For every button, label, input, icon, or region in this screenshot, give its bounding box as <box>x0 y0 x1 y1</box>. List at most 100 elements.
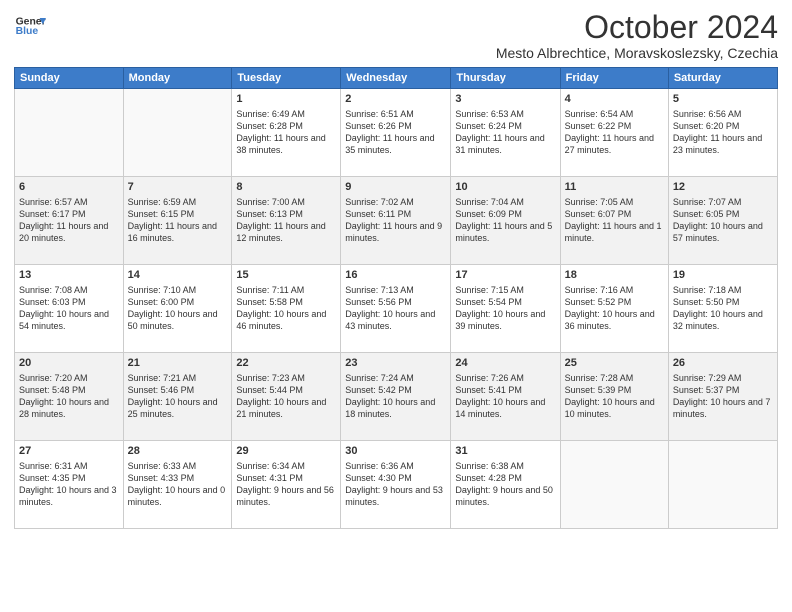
calendar-cell: 25Sunrise: 7:28 AM Sunset: 5:39 PM Dayli… <box>560 353 668 441</box>
day-number: 16 <box>345 268 446 283</box>
day-of-week-monday: Monday <box>123 68 232 89</box>
day-number: 17 <box>455 268 555 283</box>
day-of-week-saturday: Saturday <box>668 68 777 89</box>
day-info: Sunrise: 7:24 AM Sunset: 5:42 PM Dayligh… <box>345 372 446 421</box>
calendar-cell: 9Sunrise: 7:02 AM Sunset: 6:11 PM Daylig… <box>341 177 451 265</box>
calendar-week-row: 20Sunrise: 7:20 AM Sunset: 5:48 PM Dayli… <box>15 353 778 441</box>
calendar-cell <box>560 441 668 529</box>
calendar: SundayMondayTuesdayWednesdayThursdayFrid… <box>14 67 778 529</box>
day-info: Sunrise: 7:07 AM Sunset: 6:05 PM Dayligh… <box>673 196 773 245</box>
day-info: Sunrise: 7:10 AM Sunset: 6:00 PM Dayligh… <box>128 284 228 333</box>
day-info: Sunrise: 7:02 AM Sunset: 6:11 PM Dayligh… <box>345 196 446 245</box>
day-number: 31 <box>455 444 555 459</box>
day-info: Sunrise: 6:33 AM Sunset: 4:33 PM Dayligh… <box>128 460 228 509</box>
calendar-cell: 12Sunrise: 7:07 AM Sunset: 6:05 PM Dayli… <box>668 177 777 265</box>
day-info: Sunrise: 7:21 AM Sunset: 5:46 PM Dayligh… <box>128 372 228 421</box>
day-info: Sunrise: 7:16 AM Sunset: 5:52 PM Dayligh… <box>565 284 664 333</box>
day-info: Sunrise: 7:15 AM Sunset: 5:54 PM Dayligh… <box>455 284 555 333</box>
month-title: October 2024 <box>496 10 778 45</box>
calendar-cell: 18Sunrise: 7:16 AM Sunset: 5:52 PM Dayli… <box>560 265 668 353</box>
day-number: 9 <box>345 180 446 195</box>
day-number: 14 <box>128 268 228 283</box>
day-number: 21 <box>128 356 228 371</box>
calendar-cell: 6Sunrise: 6:57 AM Sunset: 6:17 PM Daylig… <box>15 177 124 265</box>
day-info: Sunrise: 7:05 AM Sunset: 6:07 PM Dayligh… <box>565 196 664 245</box>
day-of-week-friday: Friday <box>560 68 668 89</box>
calendar-cell: 20Sunrise: 7:20 AM Sunset: 5:48 PM Dayli… <box>15 353 124 441</box>
day-info: Sunrise: 6:38 AM Sunset: 4:28 PM Dayligh… <box>455 460 555 509</box>
calendar-cell: 23Sunrise: 7:24 AM Sunset: 5:42 PM Dayli… <box>341 353 451 441</box>
calendar-cell: 24Sunrise: 7:26 AM Sunset: 5:41 PM Dayli… <box>451 353 560 441</box>
day-number: 7 <box>128 180 228 195</box>
calendar-cell: 4Sunrise: 6:54 AM Sunset: 6:22 PM Daylig… <box>560 89 668 177</box>
day-number: 18 <box>565 268 664 283</box>
day-number: 24 <box>455 356 555 371</box>
day-info: Sunrise: 6:31 AM Sunset: 4:35 PM Dayligh… <box>19 460 119 509</box>
calendar-cell: 30Sunrise: 6:36 AM Sunset: 4:30 PM Dayli… <box>341 441 451 529</box>
day-info: Sunrise: 7:28 AM Sunset: 5:39 PM Dayligh… <box>565 372 664 421</box>
header: General Blue October 2024 Mesto Albrecht… <box>14 10 778 61</box>
calendar-cell: 10Sunrise: 7:04 AM Sunset: 6:09 PM Dayli… <box>451 177 560 265</box>
calendar-cell: 5Sunrise: 6:56 AM Sunset: 6:20 PM Daylig… <box>668 89 777 177</box>
day-number: 20 <box>19 356 119 371</box>
day-number: 5 <box>673 92 773 107</box>
day-info: Sunrise: 6:34 AM Sunset: 4:31 PM Dayligh… <box>236 460 336 509</box>
day-number: 6 <box>19 180 119 195</box>
calendar-cell: 2Sunrise: 6:51 AM Sunset: 6:26 PM Daylig… <box>341 89 451 177</box>
day-info: Sunrise: 7:04 AM Sunset: 6:09 PM Dayligh… <box>455 196 555 245</box>
day-info: Sunrise: 7:08 AM Sunset: 6:03 PM Dayligh… <box>19 284 119 333</box>
day-number: 30 <box>345 444 446 459</box>
day-info: Sunrise: 7:00 AM Sunset: 6:13 PM Dayligh… <box>236 196 336 245</box>
day-info: Sunrise: 6:59 AM Sunset: 6:15 PM Dayligh… <box>128 196 228 245</box>
calendar-cell: 28Sunrise: 6:33 AM Sunset: 4:33 PM Dayli… <box>123 441 232 529</box>
day-of-week-wednesday: Wednesday <box>341 68 451 89</box>
day-info: Sunrise: 6:49 AM Sunset: 6:28 PM Dayligh… <box>236 108 336 157</box>
calendar-cell: 7Sunrise: 6:59 AM Sunset: 6:15 PM Daylig… <box>123 177 232 265</box>
day-info: Sunrise: 7:29 AM Sunset: 5:37 PM Dayligh… <box>673 372 773 421</box>
calendar-cell: 22Sunrise: 7:23 AM Sunset: 5:44 PM Dayli… <box>232 353 341 441</box>
day-info: Sunrise: 6:54 AM Sunset: 6:22 PM Dayligh… <box>565 108 664 157</box>
calendar-cell: 29Sunrise: 6:34 AM Sunset: 4:31 PM Dayli… <box>232 441 341 529</box>
calendar-cell: 21Sunrise: 7:21 AM Sunset: 5:46 PM Dayli… <box>123 353 232 441</box>
calendar-week-row: 27Sunrise: 6:31 AM Sunset: 4:35 PM Dayli… <box>15 441 778 529</box>
logo: General Blue <box>14 10 46 42</box>
day-of-week-thursday: Thursday <box>451 68 560 89</box>
calendar-cell <box>15 89 124 177</box>
title-block: October 2024 Mesto Albrechtice, Moravsko… <box>496 10 778 61</box>
location-title: Mesto Albrechtice, Moravskoslezsky, Czec… <box>496 45 778 61</box>
day-info: Sunrise: 6:36 AM Sunset: 4:30 PM Dayligh… <box>345 460 446 509</box>
day-number: 29 <box>236 444 336 459</box>
day-number: 25 <box>565 356 664 371</box>
calendar-cell: 13Sunrise: 7:08 AM Sunset: 6:03 PM Dayli… <box>15 265 124 353</box>
day-info: Sunrise: 7:18 AM Sunset: 5:50 PM Dayligh… <box>673 284 773 333</box>
calendar-cell <box>123 89 232 177</box>
calendar-week-row: 13Sunrise: 7:08 AM Sunset: 6:03 PM Dayli… <box>15 265 778 353</box>
day-number: 22 <box>236 356 336 371</box>
day-info: Sunrise: 6:53 AM Sunset: 6:24 PM Dayligh… <box>455 108 555 157</box>
day-number: 26 <box>673 356 773 371</box>
day-number: 1 <box>236 92 336 107</box>
calendar-cell: 8Sunrise: 7:00 AM Sunset: 6:13 PM Daylig… <box>232 177 341 265</box>
calendar-week-row: 1Sunrise: 6:49 AM Sunset: 6:28 PM Daylig… <box>15 89 778 177</box>
logo-icon: General Blue <box>14 10 46 42</box>
day-info: Sunrise: 7:26 AM Sunset: 5:41 PM Dayligh… <box>455 372 555 421</box>
day-number: 13 <box>19 268 119 283</box>
calendar-cell: 14Sunrise: 7:10 AM Sunset: 6:00 PM Dayli… <box>123 265 232 353</box>
day-of-week-sunday: Sunday <box>15 68 124 89</box>
day-number: 15 <box>236 268 336 283</box>
calendar-cell: 19Sunrise: 7:18 AM Sunset: 5:50 PM Dayli… <box>668 265 777 353</box>
day-info: Sunrise: 6:51 AM Sunset: 6:26 PM Dayligh… <box>345 108 446 157</box>
day-info: Sunrise: 7:23 AM Sunset: 5:44 PM Dayligh… <box>236 372 336 421</box>
calendar-cell: 15Sunrise: 7:11 AM Sunset: 5:58 PM Dayli… <box>232 265 341 353</box>
day-info: Sunrise: 6:56 AM Sunset: 6:20 PM Dayligh… <box>673 108 773 157</box>
calendar-cell: 11Sunrise: 7:05 AM Sunset: 6:07 PM Dayli… <box>560 177 668 265</box>
day-number: 3 <box>455 92 555 107</box>
day-number: 23 <box>345 356 446 371</box>
day-number: 10 <box>455 180 555 195</box>
calendar-header-row: SundayMondayTuesdayWednesdayThursdayFrid… <box>15 68 778 89</box>
calendar-cell: 17Sunrise: 7:15 AM Sunset: 5:54 PM Dayli… <box>451 265 560 353</box>
day-number: 28 <box>128 444 228 459</box>
calendar-cell: 27Sunrise: 6:31 AM Sunset: 4:35 PM Dayli… <box>15 441 124 529</box>
day-info: Sunrise: 7:20 AM Sunset: 5:48 PM Dayligh… <box>19 372 119 421</box>
day-number: 4 <box>565 92 664 107</box>
